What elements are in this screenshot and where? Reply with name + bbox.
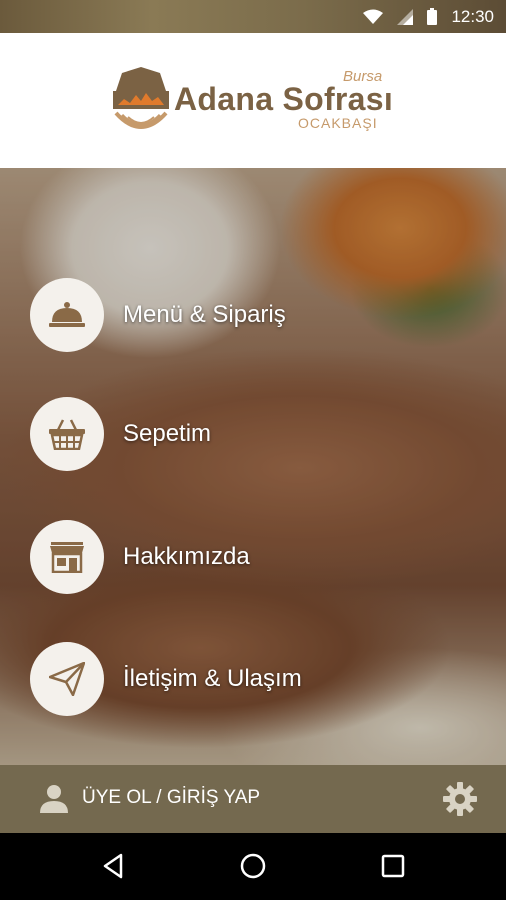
logo-emblem-icon	[113, 67, 169, 129]
logo-title: Adana Sofrası	[174, 81, 394, 117]
menu-item-cart[interactable]: Sepetim	[30, 396, 470, 472]
wifi-icon	[363, 9, 384, 24]
login-label: ÜYE OL / GİRİŞ YAP	[82, 787, 261, 808]
recents-icon[interactable]	[378, 851, 408, 881]
signal-icon	[397, 8, 414, 25]
menu-item-icon-circle	[30, 278, 104, 352]
paper-plane-icon	[49, 662, 85, 696]
login-button[interactable]: ÜYE OL / GİRİŞ YAP	[38, 782, 260, 814]
menu-item-label: Menü & Sipariş	[123, 301, 286, 328]
gear-icon[interactable]	[442, 781, 478, 817]
menu-item-about[interactable]: Hakkımızda	[30, 519, 470, 595]
menu-item-label: Sepetim	[123, 420, 212, 447]
back-icon[interactable]	[99, 851, 129, 881]
logo-bottom-word: OCAKBAŞI	[298, 115, 378, 131]
home-icon[interactable]	[238, 851, 268, 881]
menu-item-label: İletişim & Ulaşım	[123, 665, 302, 692]
footer-bar: ÜYE OL / GİRİŞ YAP	[0, 765, 506, 833]
menu-item-icon-circle	[30, 520, 104, 594]
menu-item-icon-circle	[30, 642, 104, 716]
menu-item-icon-circle	[30, 397, 104, 471]
storefront-icon	[50, 542, 84, 573]
battery-icon	[427, 8, 438, 25]
android-nav-bar	[0, 833, 506, 900]
app-header: Bursa Adana Sofrası OCAKBAŞI	[0, 33, 506, 168]
menu-item-label: Hakkımızda	[123, 543, 250, 570]
basket-icon	[49, 419, 85, 450]
menu-item-menu-order[interactable]: Menü & Sipariş	[30, 277, 470, 353]
status-time: 12:30	[451, 6, 494, 26]
brand-logo: Bursa Adana Sofrası OCAKBAŞI	[110, 63, 400, 143]
status-bar: 12:30	[0, 0, 506, 33]
user-icon	[40, 785, 68, 813]
menu-item-contact[interactable]: İletişim & Ulaşım	[30, 641, 470, 717]
serving-cloche-icon	[49, 302, 85, 327]
